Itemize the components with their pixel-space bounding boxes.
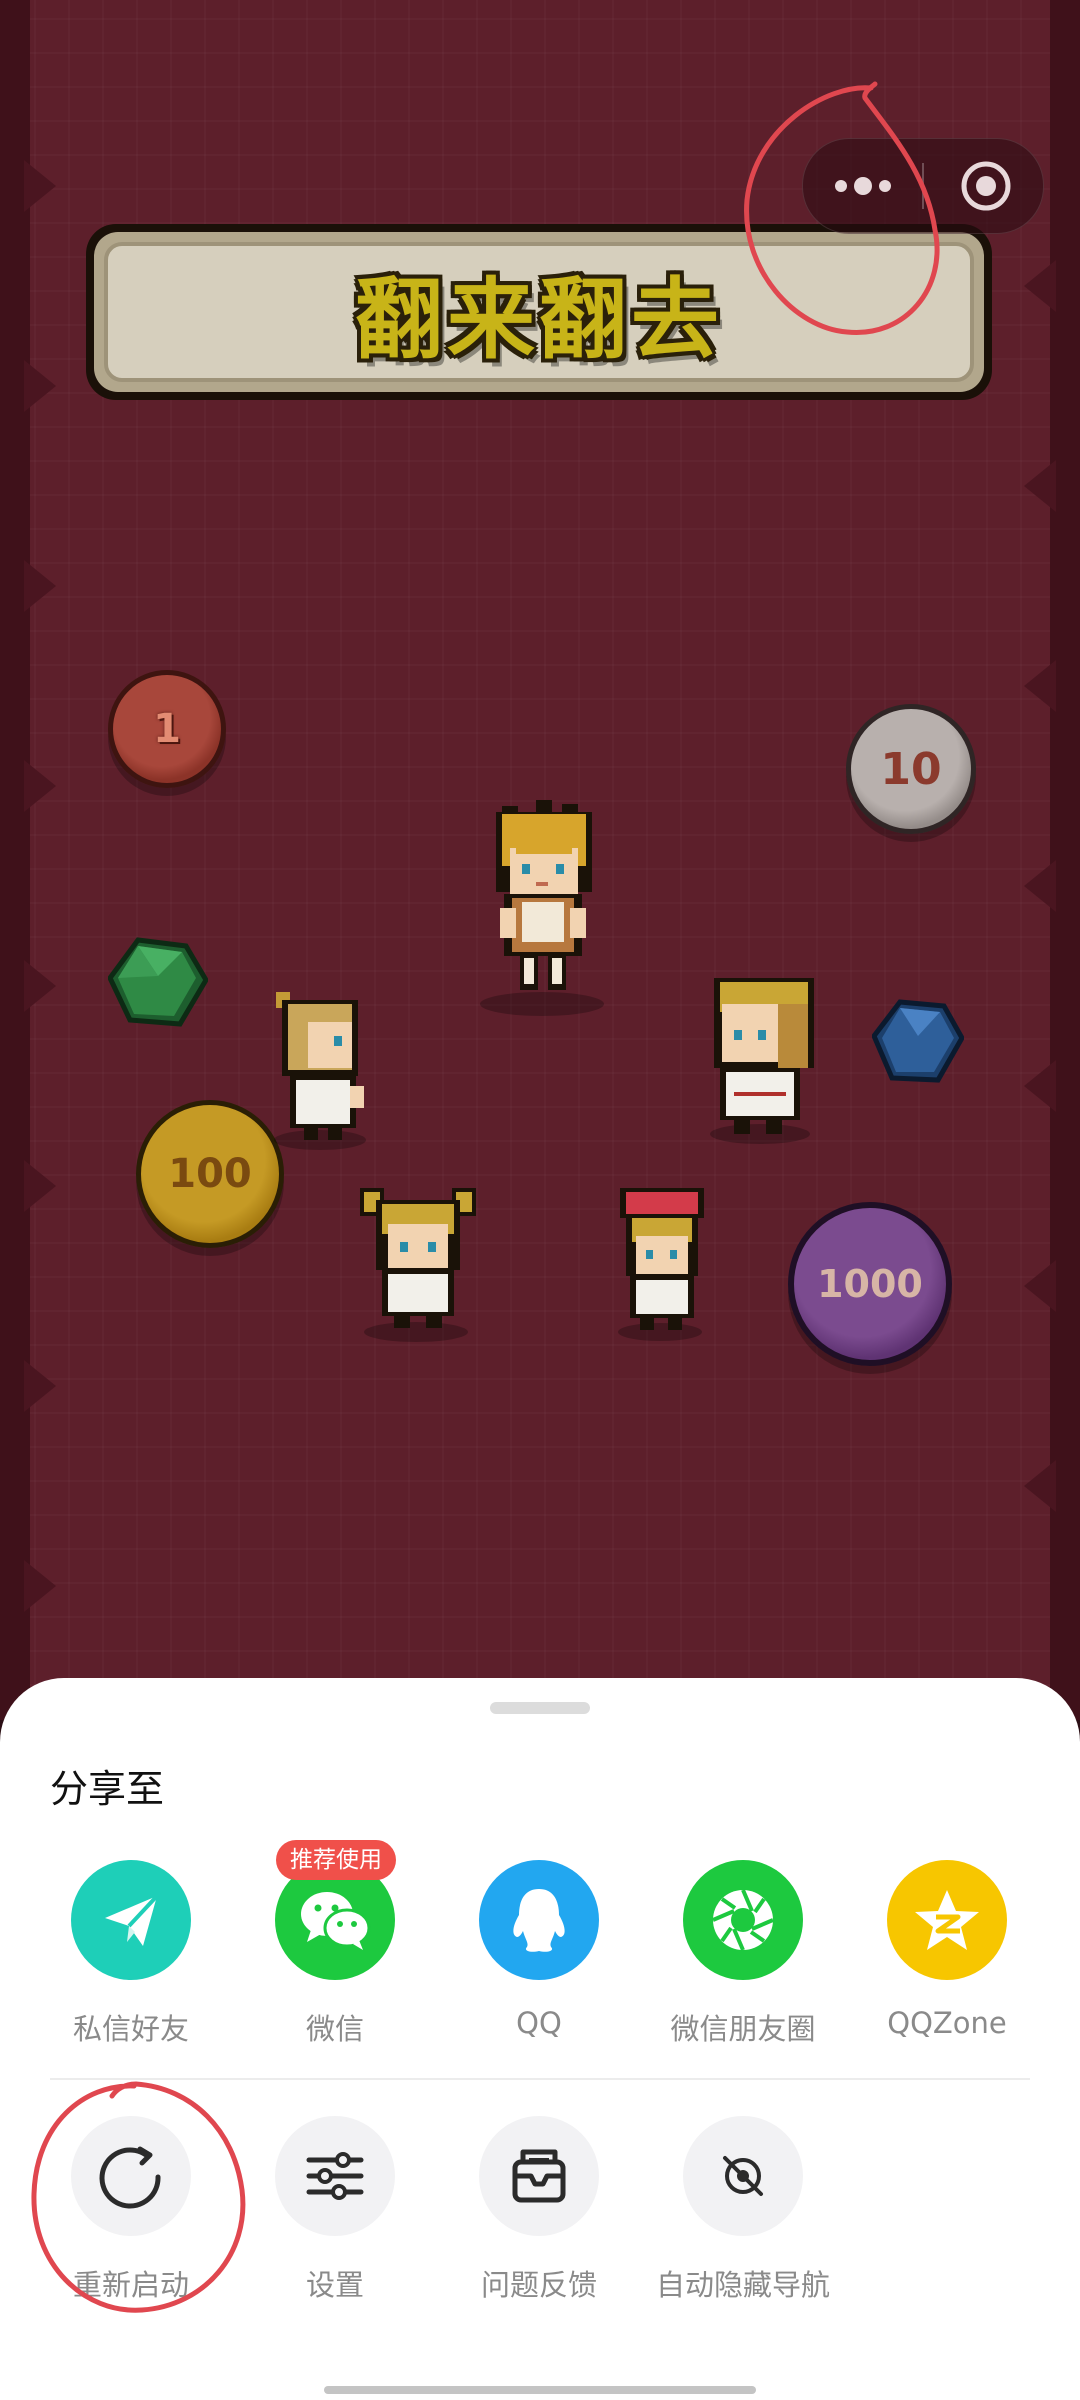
screen: 翻来翻去 1 10 100 1000 分享至 推荐使用 私信好友 微信 QQ 微… <box>0 0 1080 2400</box>
action-label: 问题反馈 <box>480 2268 597 2302</box>
sheet-divider <box>50 2078 1030 2080</box>
restart-icon <box>71 2116 191 2236</box>
action-auto-hide-navigation[interactable]: 自动隐藏导航 <box>648 2116 838 2316</box>
character-right[interactable] <box>704 974 824 1144</box>
feedback-inbox-icon <box>479 2116 599 2236</box>
qzone-star-icon <box>887 1860 1007 1980</box>
share-item-qzone[interactable]: QQZone <box>852 1860 1042 2060</box>
blue-gem[interactable] <box>872 998 964 1084</box>
character-bottom-left[interactable] <box>358 1184 478 1342</box>
recommend-badge: 推荐使用 <box>276 1840 396 1880</box>
character-left[interactable] <box>268 986 378 1150</box>
title-banner: 翻来翻去 <box>86 224 992 400</box>
moments-aperture-icon <box>683 1860 803 1980</box>
more-dots-icon[interactable] <box>803 139 921 233</box>
settings-sliders-icon <box>275 2116 395 2236</box>
wall-spike <box>24 960 56 1012</box>
action-label: 设置 <box>305 2268 364 2302</box>
paper-plane-icon <box>71 1860 191 1980</box>
share-label: 微信朋友圈 <box>670 2012 816 2046</box>
wall-spike <box>1024 1060 1056 1112</box>
drag-handle[interactable] <box>490 1702 590 1714</box>
wall-spike <box>1024 260 1056 312</box>
wall-spike <box>24 1360 56 1412</box>
share-item-moments[interactable]: 微信朋友圈 <box>648 1860 838 2060</box>
qq-penguin-icon <box>479 1860 599 1980</box>
coin-10[interactable]: 10 <box>846 704 976 834</box>
title-banner-frame: 翻来翻去 <box>94 232 984 392</box>
action-settings[interactable]: 设置 <box>240 2116 430 2316</box>
share-label: 私信好友 <box>72 2012 189 2046</box>
wall-spike <box>1024 860 1056 912</box>
wall-spike <box>24 1560 56 1612</box>
hide-navigation-icon <box>683 2116 803 2236</box>
share-item-direct-message[interactable]: 私信好友 <box>36 1860 226 2060</box>
wall-spike <box>1024 1260 1056 1312</box>
action-restart[interactable]: 重新启动 <box>36 2116 226 2316</box>
action-feedback[interactable]: 问题反馈 <box>444 2116 634 2316</box>
character-bottom-right[interactable] <box>614 1186 710 1342</box>
action-label: 重新启动 <box>72 2268 189 2302</box>
miniprogram-capsule <box>802 138 1044 234</box>
share-sheet-title: 分享至 <box>50 1767 165 1811</box>
action-label: 自动隐藏导航 <box>655 2268 830 2302</box>
wall-spike <box>24 160 56 212</box>
green-gem[interactable] <box>108 936 208 1028</box>
game-title: 翻来翻去 <box>354 267 723 371</box>
game-canvas[interactable]: 翻来翻去 1 10 100 1000 <box>0 0 1080 1720</box>
share-item-qq[interactable]: QQ <box>444 1860 634 2060</box>
wall-spike <box>24 1160 56 1212</box>
share-item-wechat[interactable]: 微信 <box>240 1860 430 2060</box>
share-label: 微信 <box>305 2012 364 2046</box>
wall-spike <box>24 560 56 612</box>
share-sheet: 分享至 推荐使用 私信好友 微信 QQ 微信朋友圈 QQZone 重新启动 设置… <box>0 1678 1080 2400</box>
wall-spike <box>1024 460 1056 512</box>
left-wall <box>0 0 30 1720</box>
home-indicator <box>324 2386 756 2394</box>
wall-spike <box>24 360 56 412</box>
wall-spike <box>1024 1460 1056 1512</box>
wall-spike <box>1024 660 1056 712</box>
character-hero-center[interactable] <box>470 798 610 1018</box>
share-label: QQ <box>516 2006 562 2040</box>
coin-1[interactable]: 1 <box>108 670 226 788</box>
coin-1000[interactable]: 1000 <box>788 1202 952 1366</box>
share-label: QQZone <box>887 2006 1007 2040</box>
wall-spike <box>24 760 56 812</box>
target-close-icon[interactable] <box>924 139 1043 233</box>
coin-100[interactable]: 100 <box>136 1100 284 1248</box>
title-plate: 翻来翻去 <box>104 242 974 382</box>
